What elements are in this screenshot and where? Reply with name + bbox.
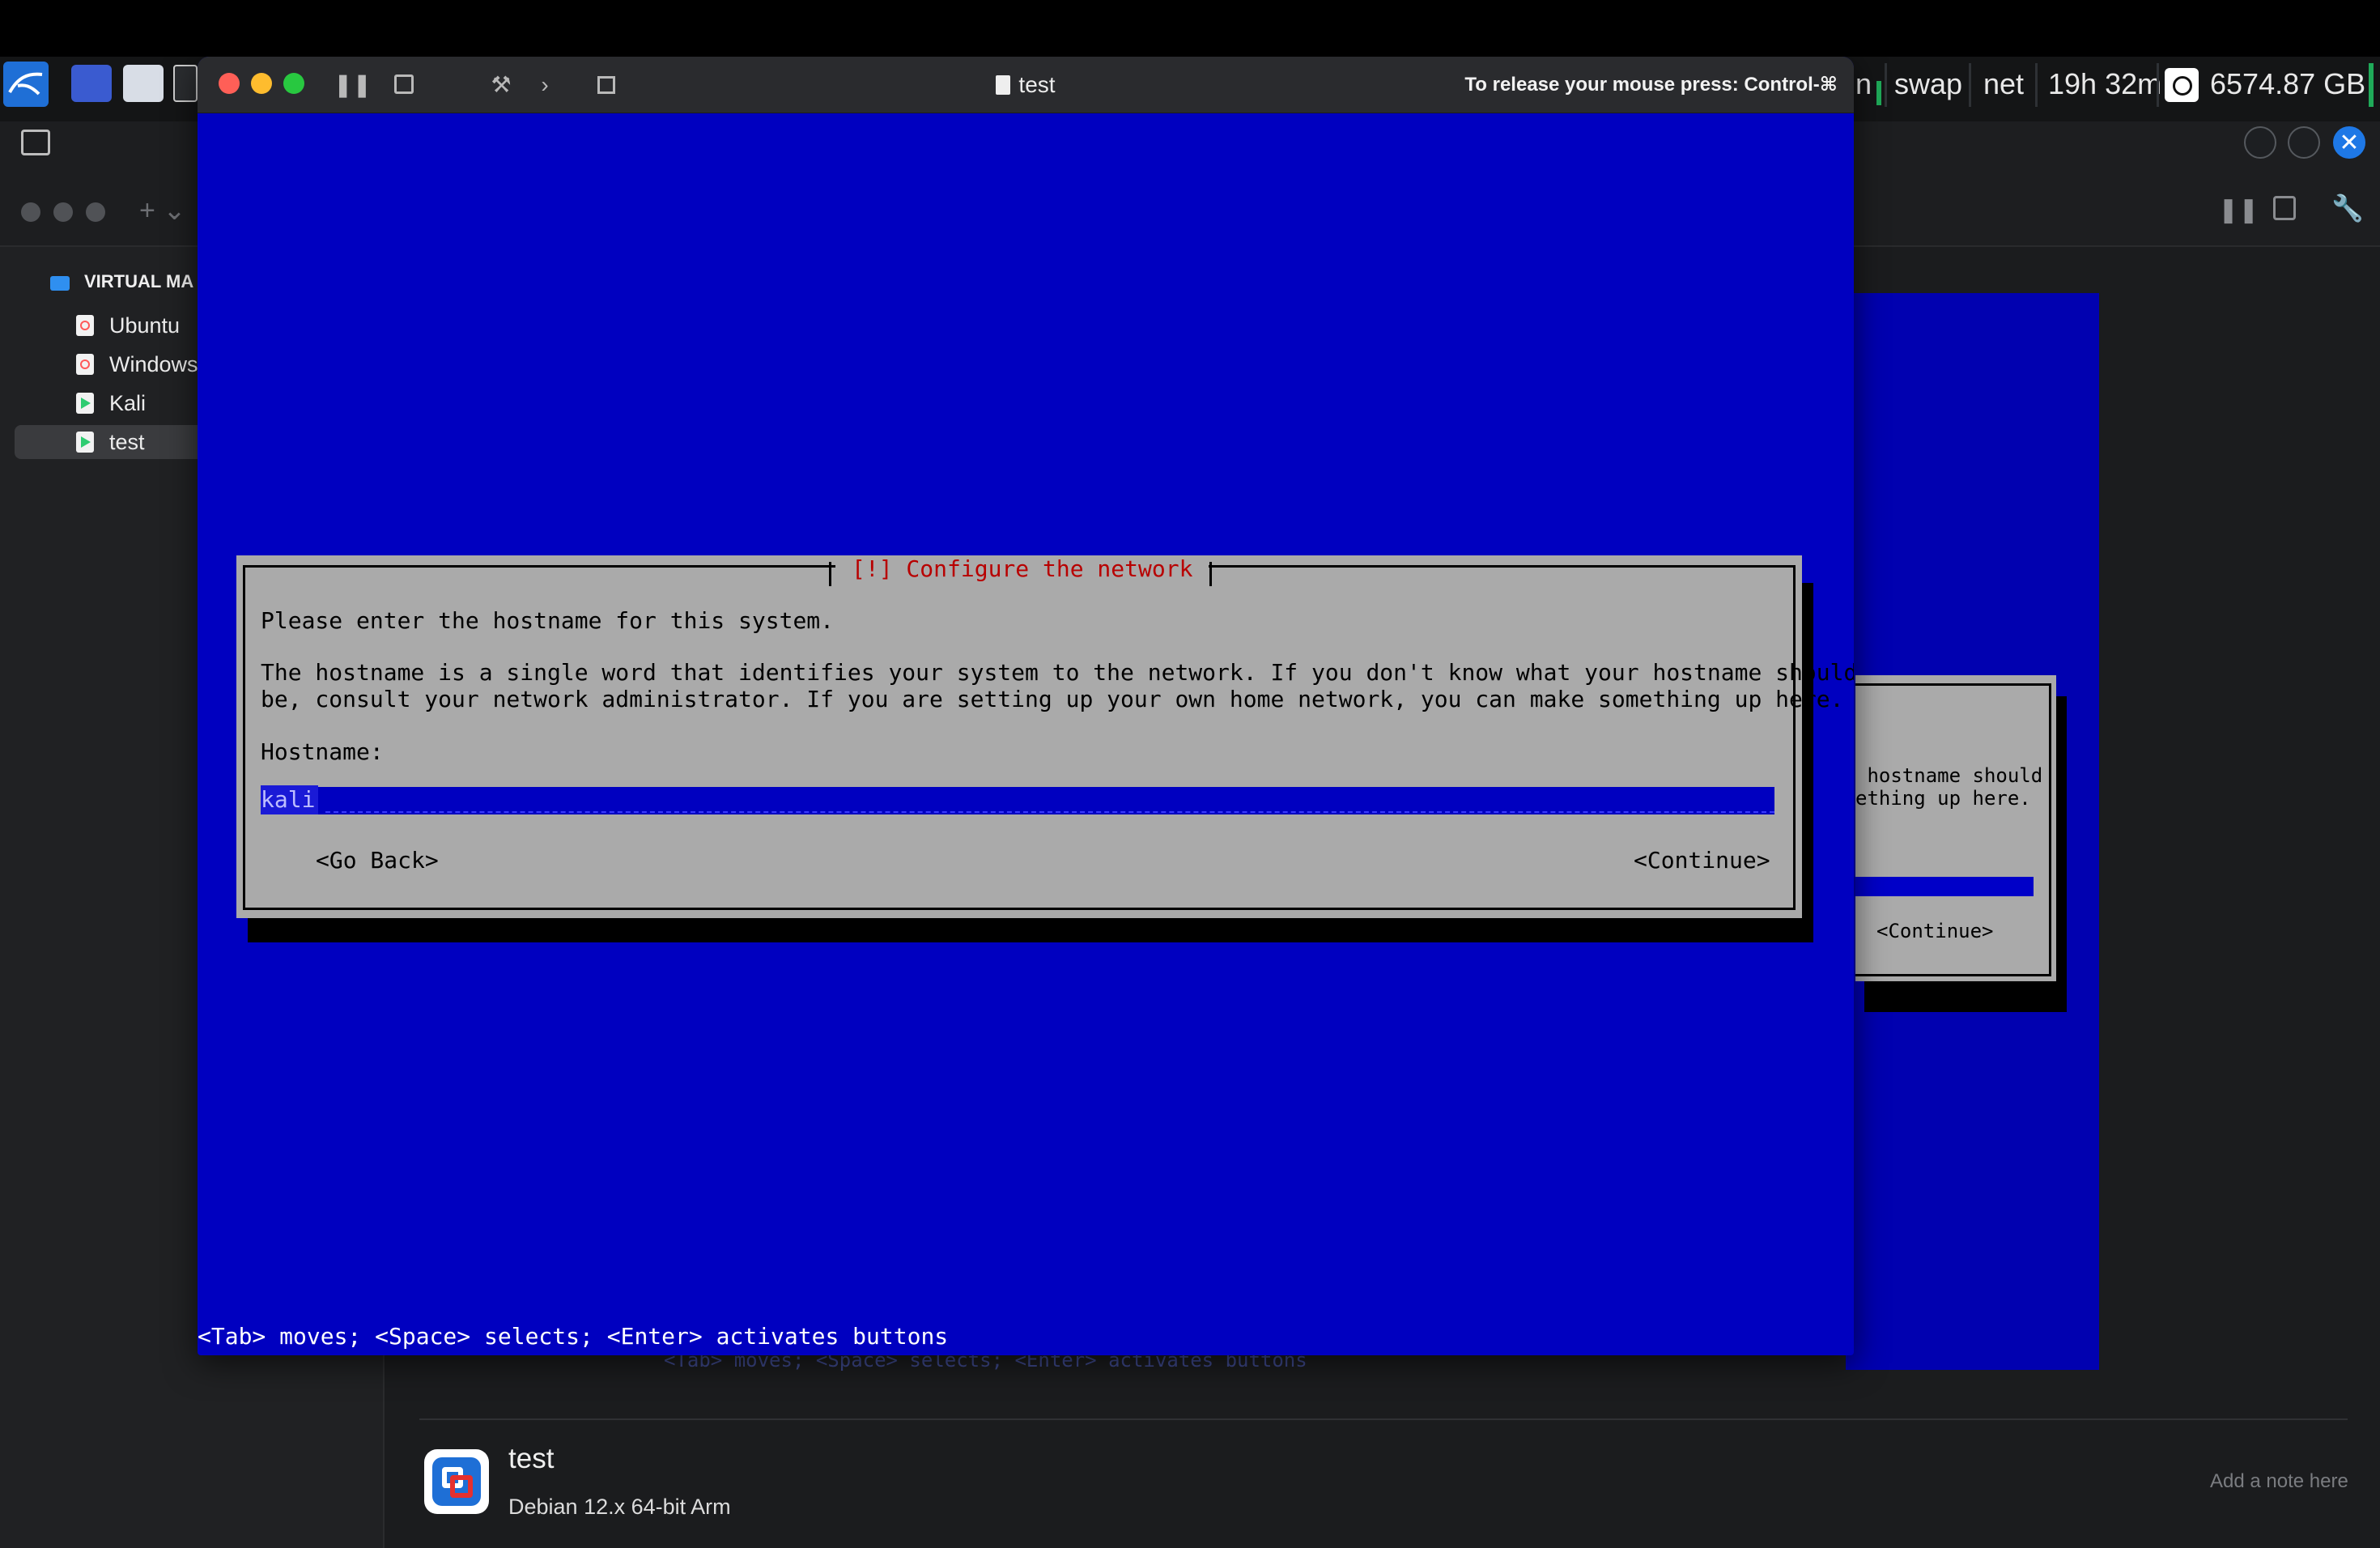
vm-running-icon (76, 432, 94, 453)
zoom-button[interactable] (283, 73, 304, 94)
add-note-field[interactable]: Add a note here (2210, 1470, 2348, 1493)
lib-minimize-dot[interactable] (53, 202, 73, 222)
host-top-bar (0, 0, 2380, 57)
dialog-title-tick (829, 562, 831, 586)
fullscreen-icon[interactable] (593, 71, 620, 99)
snapshot-icon[interactable] (390, 71, 418, 99)
minimize-button[interactable] (251, 73, 272, 94)
pause-icon[interactable]: ❚❚ (2218, 196, 2259, 224)
stat-divider (2157, 63, 2159, 107)
host-stat-net: net (1983, 67, 2025, 100)
hostname-input-value: kali (261, 785, 319, 814)
details-divider (419, 1418, 2348, 1420)
hostname-prompt: Please enter the hostname for this syste… (261, 607, 835, 634)
input-underline (325, 811, 1774, 813)
vm-file-icon (996, 75, 1011, 95)
mem-graph-icon (1876, 81, 1881, 105)
workspace-icon[interactable] (71, 65, 112, 102)
host-stat-mem: n (1855, 67, 1872, 100)
window-title-text: test (1018, 72, 1056, 97)
snapshot-icon[interactable] (2273, 196, 2296, 220)
vm-window[interactable]: ❚❚ ⚒ › test To release your mouse press:… (198, 57, 1854, 1355)
preview-text-line: hostname should (1855, 764, 2043, 787)
lib-zoom-dot[interactable] (86, 202, 105, 222)
configure-network-dialog: [!] Configure the network Please enter t… (236, 555, 1854, 918)
wrench-icon[interactable]: ⚒ (487, 71, 515, 99)
close-button[interactable] (219, 73, 240, 94)
stat-divider (1969, 63, 1971, 107)
preview-continue-button: <Continue> (1876, 920, 1994, 942)
preview-dialog: hostname should ething up here. <Continu… (1855, 675, 2056, 981)
keyboard-hint: <Tab> moves; <Space> selects; <Enter> ac… (198, 1323, 949, 1350)
sidebar-item-label: Windows (109, 352, 198, 376)
vm-running-icon (76, 393, 94, 414)
dialog-title-tick (1209, 562, 1212, 586)
host-stat-swap: swap (1894, 67, 1963, 100)
minimize-host-button[interactable] (2244, 126, 2276, 159)
hostname-description-line: be, consult your network administrator. … (261, 686, 1844, 712)
sidebar-item-label: Kali (109, 391, 147, 415)
preview-text-line: ething up here. (1855, 787, 2031, 810)
stat-divider (1885, 63, 1887, 107)
vm-name: test (508, 1443, 555, 1474)
vm-description: Debian 12.x 64-bit Arm (508, 1495, 731, 1519)
vm-titlebar: ❚❚ ⚒ › test To release your mouse press:… (198, 57, 1854, 113)
lib-close-dot[interactable] (21, 202, 40, 222)
host-stat-disk: 6574.87 GB (2210, 67, 2366, 100)
vm-icon (76, 315, 94, 336)
sidebar-item-label: test (109, 430, 145, 454)
pause-icon[interactable]: ❚❚ (334, 71, 372, 99)
library-section-title: VIRTUAL MA (84, 271, 194, 291)
go-back-button[interactable]: <Go Back> (316, 847, 439, 874)
console-icon[interactable] (21, 130, 50, 155)
terminal-icon[interactable] (173, 65, 198, 102)
disk-icon (2165, 68, 2199, 102)
maximize-host-button[interactable] (2288, 126, 2320, 159)
sidebar-item-label: Ubuntu (109, 313, 181, 338)
kali-menu-icon[interactable] (3, 62, 49, 107)
add-vm-button[interactable]: + ⌄ (139, 194, 186, 227)
close-host-button[interactable]: ✕ (2333, 126, 2365, 159)
vm-icon (76, 354, 94, 375)
hostname-input[interactable]: kali (261, 785, 1774, 814)
wrench-icon[interactable]: 🔧 (2331, 193, 2364, 223)
library-section-icon (50, 276, 70, 291)
chevron-right-icon[interactable]: › (531, 71, 559, 99)
vmware-logo-icon (424, 1449, 489, 1514)
release-mouse-hint: To release your mouse press: Control-⌘ (1464, 74, 1838, 96)
files-icon[interactable] (123, 65, 164, 102)
preview-input-bar (1855, 877, 2034, 896)
disk-usage-bar (2369, 63, 2374, 107)
hostname-description-line: The hostname is a single word that ident… (261, 659, 1854, 686)
hostname-field-label: Hostname: (261, 738, 384, 765)
continue-button[interactable]: <Continue> (1634, 847, 1770, 874)
dialog-title: [!] Configure the network (835, 555, 1209, 582)
stat-divider (2035, 63, 2038, 107)
host-stat-uptime: 19h 32m (2048, 67, 2162, 100)
